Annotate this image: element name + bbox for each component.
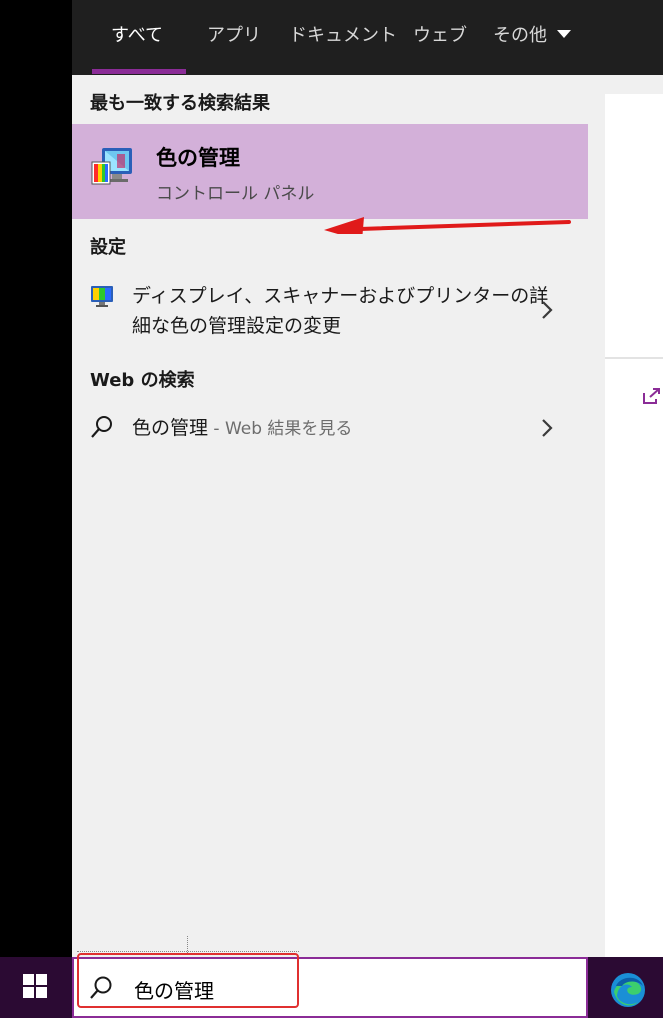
annotation-arrow-icon xyxy=(324,217,571,234)
tab-more-label: その他 xyxy=(493,25,547,46)
tab-documents[interactable]: ドキュメント xyxy=(289,0,397,75)
tab-web[interactable]: ウェブ xyxy=(413,0,467,75)
focus-guide-line xyxy=(77,951,299,952)
settings-header: 設定 xyxy=(90,237,126,258)
best-match-header: 最も一致する検索結果 xyxy=(90,93,270,114)
settings-item-line1: ディスプレイ、スキャナーおよびプリンターの詳 xyxy=(132,285,549,307)
edge-browser-icon[interactable] xyxy=(608,970,648,1010)
best-match-title: 色の管理 xyxy=(156,146,240,170)
active-tab-indicator xyxy=(92,69,186,74)
best-match-item[interactable]: 色の管理 コントロール パネル xyxy=(72,124,588,234)
color-management-icon xyxy=(91,148,132,185)
web-search-text: 色の管理 - Web 結果を見る xyxy=(132,413,352,440)
tab-all[interactable]: すべて xyxy=(111,0,163,75)
web-search-query: 色の管理 xyxy=(132,417,209,439)
left-strip xyxy=(0,0,72,957)
search-scope-tabs: すべて アプリ ドキュメント ウェブ その他 xyxy=(72,0,663,75)
monitor-settings-icon xyxy=(91,286,113,307)
chevron-right-icon xyxy=(542,301,553,319)
best-match-subtitle: コントロール パネル xyxy=(156,184,315,204)
tab-more[interactable]: その他 xyxy=(493,0,571,75)
web-search-suffix: - Web 結果を見る xyxy=(208,419,353,439)
results-panel: 最も一致する検索結果 色の管理 コントロール パネル 設定 ディスプレイ、スキャ… xyxy=(72,75,605,957)
settings-item-line2: 細な色の管理設定の変更 xyxy=(132,315,342,337)
divider xyxy=(605,357,663,359)
search-icon xyxy=(90,976,112,999)
chevron-right-icon xyxy=(542,419,553,437)
windows-start-icon[interactable] xyxy=(22,973,48,999)
preview-card xyxy=(605,94,663,957)
web-search-header: Web の検索 xyxy=(90,370,195,391)
tab-apps[interactable]: アプリ xyxy=(207,0,261,75)
open-icon[interactable] xyxy=(642,387,660,405)
search-input[interactable]: 色の管理 xyxy=(134,975,214,1004)
chevron-down-icon xyxy=(557,30,571,38)
search-icon xyxy=(91,416,112,438)
preview-panel xyxy=(605,75,663,957)
